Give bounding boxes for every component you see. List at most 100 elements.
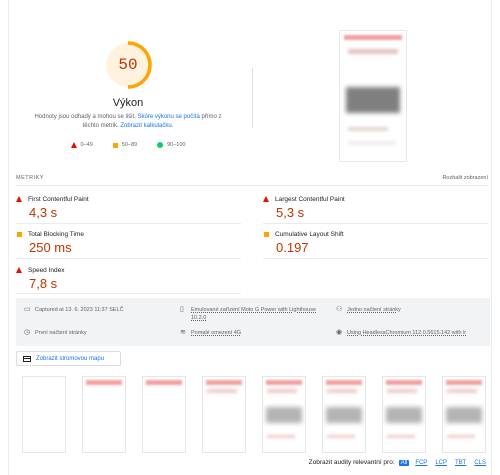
metric-name: Largest Contentful Paint <box>275 195 345 203</box>
throttling-text[interactable]: Pomalé omezení 4G <box>191 329 241 337</box>
metric-value: 250 ms <box>29 240 72 255</box>
metric-lcp: Largest Contentful Paint 5,3 s <box>263 194 488 220</box>
frame-header-blur <box>446 380 482 385</box>
filter-chip-fcp[interactable]: FCP <box>413 460 429 466</box>
average-square-icon <box>17 231 22 237</box>
metric-fcp: First Contentful Paint 4,3 s <box>16 194 241 220</box>
filter-chip-cls[interactable]: CLS <box>472 460 488 466</box>
metric-value: 4,3 s <box>29 205 58 220</box>
timer-icon: ◷ <box>24 329 31 336</box>
device-item: ▯ Emulované zařízení Moto G Power with L… <box>180 306 340 322</box>
filmstrip-frame[interactable] <box>262 376 306 453</box>
metric-name: Speed Index <box>28 266 65 274</box>
filmstrip-frame[interactable] <box>322 376 366 453</box>
frame-line-blur <box>267 435 295 438</box>
metric-separator <box>263 223 488 224</box>
throttling-item: ≋ Pomalé omezení 4G <box>180 329 241 337</box>
screenshot-header-blur <box>344 35 402 40</box>
fail-triangle-icon <box>70 142 77 148</box>
metric-value: 5,3 s <box>276 205 305 220</box>
final-screenshot[interactable] <box>339 30 407 162</box>
audit-filter-label: Zobrazit audity relevantní pro: <box>308 459 395 466</box>
screenshot-line-blur <box>348 49 398 54</box>
frame-image-blur <box>326 407 362 423</box>
fail-triangle-icon <box>16 196 22 202</box>
frame-image-blur <box>446 407 482 423</box>
view-treemap-button[interactable]: Zobrazit stromovou mapu <box>16 351 121 366</box>
filmstrip-frame[interactable] <box>382 376 426 453</box>
single-load-text[interactable]: Jedno načtení stránky <box>347 306 401 314</box>
metric-si: Speed Index 7,8 s <box>16 265 241 291</box>
performance-gauge[interactable]: 50 <box>103 40 153 90</box>
legend-pass: 90–100 <box>157 142 185 148</box>
runtime-settings: ▭ Captured at 13. 6. 2023 11:37 SELČ ▯ E… <box>16 298 490 346</box>
treemap-button-label: Zobrazit stromovou mapu <box>36 355 105 362</box>
pass-circle-icon <box>157 142 164 148</box>
filmstrip-frame[interactable] <box>22 376 66 453</box>
frame-header-blur <box>146 380 182 385</box>
average-square-icon <box>112 142 118 148</box>
device-line1: Emulované zařízení Moto G Power with Lig… <box>191 307 317 313</box>
fail-triangle-icon <box>263 196 269 202</box>
device-line2: 10.2.0 <box>191 315 207 321</box>
browser-text[interactable]: Using HeadlessChromium 112.0.5615.142 wi… <box>347 329 466 337</box>
screenshot-line-blur <box>348 141 396 145</box>
performance-description: Hodnoty jsou odhady a mohou se lišit. Sk… <box>28 113 228 131</box>
filmstrip-frame[interactable] <box>82 376 126 453</box>
performance-score: 50 <box>118 56 138 74</box>
initial-load-text: První načtení stránky <box>35 330 87 336</box>
score-calc-link[interactable]: Skóre výkonu se počítá <box>138 114 200 120</box>
metrics-label: METRIKY <box>16 175 44 181</box>
legend-fail: 0–49 <box>70 142 93 148</box>
frame-line-blur <box>207 389 237 393</box>
chrome-icon: ◉ <box>336 329 343 336</box>
device-text[interactable]: Emulované zařízení Moto G Power with Lig… <box>191 306 316 322</box>
score-legend: 0–49 50–89 90–100 <box>0 142 256 148</box>
filter-chip-all[interactable]: All <box>398 459 410 466</box>
people-icon: ⚇ <box>336 306 343 313</box>
calendar-icon: ▭ <box>24 306 31 313</box>
metric-value: 0.197 <box>276 240 309 255</box>
device-icon: ▯ <box>180 306 184 313</box>
screenshot-image-blur <box>346 87 400 113</box>
legend-average-label: 50–89 <box>121 142 138 148</box>
frame-line-blur <box>387 389 417 393</box>
desc-text: Hodnoty jsou odhady a mohou se lišit. <box>34 114 138 120</box>
frame-left-border <box>8 0 9 475</box>
frame-line-blur <box>327 435 355 438</box>
frame-line-blur <box>447 435 475 438</box>
legend-average: 50–89 <box>112 142 138 148</box>
initial-load-item: ◷ První načtení stránky <box>24 329 87 337</box>
metrics-divider <box>16 185 488 186</box>
frame-header-blur <box>326 380 362 385</box>
metric-tbt: Total Blocking Time 250 ms <box>16 229 241 255</box>
filmstrip-frame[interactable] <box>142 376 186 453</box>
legend-fail-label: 0–49 <box>80 142 93 148</box>
filter-chip-tbt[interactable]: TBT <box>453 460 468 466</box>
summary-divider <box>252 68 253 128</box>
treemap-icon <box>23 355 31 362</box>
frame-right-border <box>491 0 492 475</box>
filmstrip-frame[interactable] <box>202 376 246 453</box>
metric-name: Total Blocking Time <box>28 230 84 238</box>
calculator-link[interactable]: Zobrazit kalkulačku. <box>120 123 173 129</box>
metric-cls: Cumulative Layout Shift 0.197 <box>263 229 488 255</box>
captured-text: Captured at 13. 6. 2023 11:37 SELČ <box>35 307 124 313</box>
filmstrip-frame[interactable] <box>442 376 486 453</box>
filter-chip-lcp[interactable]: LCP <box>433 460 449 466</box>
frame-line-blur <box>327 389 357 393</box>
fail-triangle-icon <box>16 267 22 273</box>
metric-name: First Contentful Paint <box>28 195 89 203</box>
frame-header-blur <box>86 380 122 385</box>
single-load-item: ⚇ Jedno načtení stránky <box>336 306 401 314</box>
frame-header-blur <box>206 380 242 385</box>
expand-view-toggle[interactable]: Rozbalit zobrazení <box>442 175 488 181</box>
metric-separator <box>263 258 488 259</box>
metric-separator <box>16 223 241 224</box>
screenshot-line-blur <box>348 127 388 131</box>
captured-item: ▭ Captured at 13. 6. 2023 11:37 SELČ <box>24 306 124 314</box>
metric-separator <box>16 293 241 294</box>
wifi-icon: ≋ <box>180 329 186 336</box>
frame-image-blur <box>266 407 302 423</box>
frame-header-blur <box>386 380 422 385</box>
